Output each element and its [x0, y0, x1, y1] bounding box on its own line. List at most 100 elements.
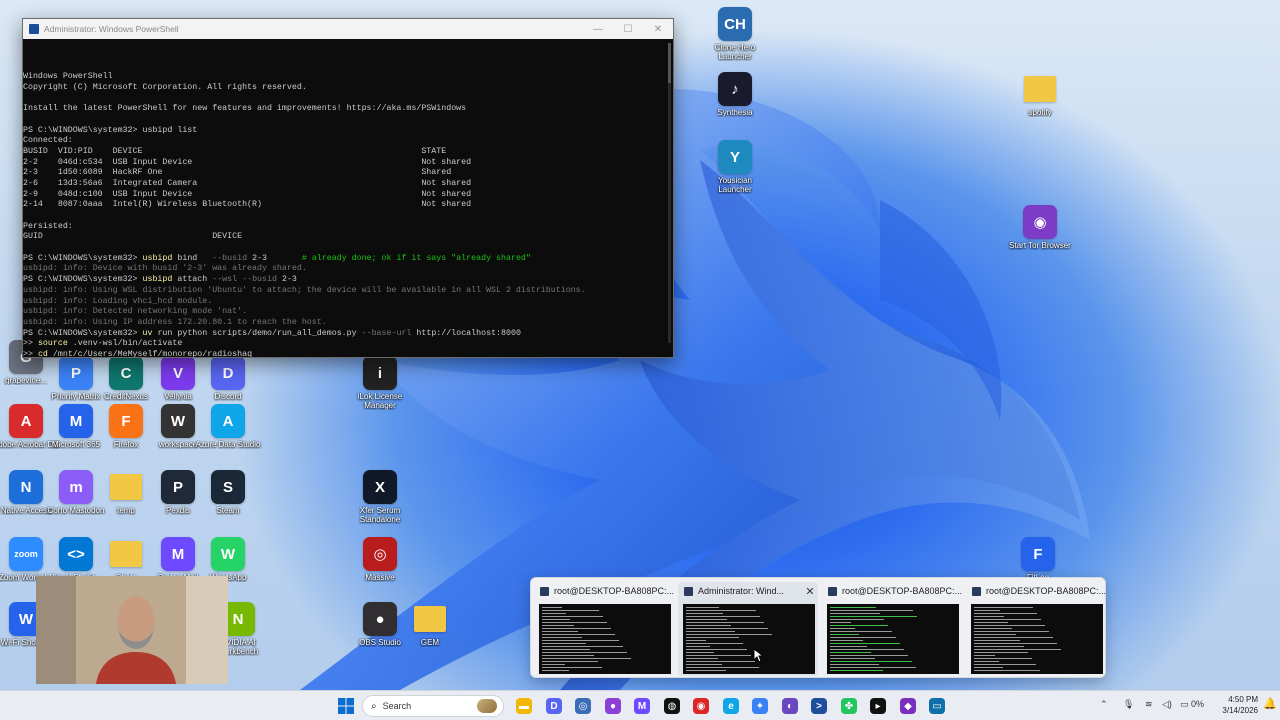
cursor-icon[interactable]: ▸: [870, 698, 886, 714]
thumbnail-header: root@DESKTOP-BA808PC:...: [822, 582, 962, 600]
scrollbar-thumb[interactable]: [668, 43, 671, 83]
github-icon[interactable]: ◐: [782, 698, 798, 714]
desktop-icon-label: Yousician Launcher: [718, 176, 752, 194]
scrollbar[interactable]: [668, 43, 671, 343]
discord-icon: D: [211, 356, 245, 390]
terminal-line: 2-14 8087:0aaa Intel(R) Wireless Bluetoo…: [23, 200, 472, 210]
whatsapp-icon: W: [211, 537, 245, 571]
terminal-line: PS C:\WINDOWS\system32> usbipd bind --bu…: [23, 253, 531, 263]
desktop-icon-spotify[interactable]: spotify: [1008, 72, 1072, 138]
azuredata-icon: A: [211, 404, 245, 438]
app-purple-icon[interactable]: ●: [605, 698, 621, 714]
clock-time: 4:50 PM: [1228, 695, 1258, 704]
thumbnail-header: Administrator: Wind... ✕: [678, 582, 818, 600]
close-icon[interactable]: ✕: [802, 585, 818, 598]
tor-icon: ◉: [1023, 205, 1057, 239]
terminal-line: PS C:\WINDOWS\system32> usbipd attach --…: [23, 275, 297, 285]
thumbnail-title: root@DESKTOP-BA808PC:...: [842, 586, 962, 596]
webcam-overlay: [36, 576, 228, 684]
terminal-line: 2-9 048d:c100 USB Input Device Not share…: [23, 189, 472, 199]
thumbnail-preview: [539, 604, 671, 674]
search-highlight-icon: [477, 699, 497, 713]
desktop-icon-label: iLok License Manager: [357, 392, 403, 410]
terminal-icon: [540, 586, 549, 596]
volume-icon[interactable]: ◁): [1162, 699, 1172, 710]
terminal-line: 2-2 046d:c534 USB Input Device Not share…: [23, 157, 472, 167]
wifi-icon[interactable]: ≋: [1145, 699, 1153, 710]
desktop-icon-label: Massive: [365, 573, 395, 582]
synthesia-icon: ♪: [718, 72, 752, 106]
taskbar-clock[interactable]: 4:50 PM 3/14/2026: [1208, 694, 1258, 716]
steam-icon: S: [211, 470, 245, 504]
terminal-line: usbipd: info: Detected networking mode '…: [23, 307, 248, 317]
desktop-icon-gem[interactable]: GEM: [398, 602, 462, 668]
powershell-window[interactable]: Administrator: Windows PowerShell — ☐ ✕ …: [22, 18, 674, 358]
notification-bell-icon[interactable]: 🔔: [1263, 697, 1277, 710]
edge-icon[interactable]: e: [723, 698, 739, 714]
tool-icon[interactable]: ✦: [752, 698, 768, 714]
pinwheel-icon[interactable]: ✤: [841, 698, 857, 714]
thumbnail-title: root@DESKTOP-BA808PC:...: [554, 586, 674, 596]
terminal-icon[interactable]: ▭: [929, 698, 945, 714]
thumbnail-window-3[interactable]: root@DESKTOP-BA808PC:...: [822, 582, 962, 676]
thumbnail-text-lines: [830, 607, 917, 671]
window-titlebar[interactable]: Administrator: Windows PowerShell — ☐ ✕: [23, 19, 673, 39]
desktop-icon-label: GEM: [420, 638, 440, 647]
start-icon[interactable]: [338, 698, 354, 714]
terminal-line: 2-6 13d3:56a6 Integrated Camera Not shar…: [23, 178, 472, 188]
desktop-icon-xfer[interactable]: X Xfer Serum Standalone: [348, 470, 412, 536]
visual-studio-icon[interactable]: ◆: [900, 698, 916, 714]
terminal-line: usbipd: info: Using WSL distribution 'Ub…: [23, 285, 586, 295]
terminal-line: GUID DEVICE: [23, 232, 243, 242]
taskbar: ⌕ Search ▬ D ◎ ● M ◍ ◉ e ✦ ◐ > ✤ ▸ ◆ ▭ ⌃ 🎙 ≋ ◁) ▭ 0% 4…: [0, 690, 1280, 720]
chatgpt-icon[interactable]: ◍: [664, 698, 680, 714]
thumbnail-text-lines: [686, 607, 772, 671]
desktop-icon-ilok[interactable]: i iLok License Manager: [348, 356, 412, 422]
desktop-icon-steam[interactable]: S Steam: [196, 470, 260, 536]
desktop-icon-tor[interactable]: ◉ Start Tor Browser: [1008, 205, 1072, 271]
chevron-up-icon[interactable]: ⌃: [1100, 699, 1108, 710]
file-explorer-icon[interactable]: ▬: [516, 698, 532, 714]
thumbnail-window-2[interactable]: Administrator: Wind... ✕: [678, 582, 818, 676]
close-icon[interactable]: ✕: [643, 24, 673, 35]
minimize-icon[interactable]: —: [583, 24, 613, 35]
battery-status[interactable]: ▭ 0%: [1180, 699, 1204, 710]
chrome-icon[interactable]: ◉: [693, 698, 709, 714]
terminal-line: >> cd /mnt/c/Users/MeMyself/monorepo/rad…: [23, 349, 253, 357]
terminal-output[interactable]: Windows PowerShell Copyright (C) Microsof…: [23, 39, 673, 357]
powershell-icon[interactable]: >: [811, 698, 827, 714]
thumbnail-text-lines: [542, 607, 631, 671]
desktop-icon-azuredata[interactable]: A Azure Data Studio: [196, 404, 260, 470]
m365-icon: M: [59, 404, 93, 438]
battery-icon: ▭: [1180, 699, 1189, 709]
vellynia-icon: V: [161, 356, 195, 390]
thumbnail-window-4[interactable]: root@DESKTOP-BA808PC:...: [966, 582, 1106, 676]
terminal-icon: [684, 586, 693, 596]
thumbnail-window-1[interactable]: root@DESKTOP-BA808PC:...: [534, 582, 674, 676]
massive-icon: ◎: [363, 537, 397, 571]
desktop-icon-synthesia[interactable]: ♪ Synthesia: [703, 72, 767, 138]
desktop-icon-label: Start Tor Browser: [1009, 241, 1071, 250]
acrobat-icon: A: [9, 404, 43, 438]
terminal-line: 2-3 1d50:6089 HackRF One Shared: [23, 168, 452, 178]
thumbnail-header: root@DESKTOP-BA808PC:...: [534, 582, 674, 600]
native-icon: N: [9, 470, 43, 504]
desktop-icon-yousician[interactable]: Y Yousician Launcher: [703, 140, 767, 206]
desktop-icon-massive[interactable]: ◎ Massive: [348, 537, 412, 603]
desktop-icon-clone-hero[interactable]: CH Clone Hero Launcher: [703, 7, 767, 73]
desktop-icon-label: Discord: [214, 392, 242, 401]
proton-mail-icon[interactable]: M: [634, 698, 650, 714]
terminal-line: Persisted:: [23, 221, 73, 231]
taskbar-search[interactable]: ⌕ Search: [362, 695, 504, 717]
clock-date: 3/14/2026: [1222, 706, 1258, 715]
terminal-line: Connected:: [23, 136, 73, 146]
microphone-icon[interactable]: 🎙: [1123, 699, 1134, 710]
battery-percent: 0%: [1191, 699, 1205, 709]
terminal-line: Install the latest PowerShell for new fe…: [23, 104, 467, 114]
discord-icon[interactable]: D: [546, 698, 562, 714]
maximize-icon[interactable]: ☐: [613, 24, 643, 35]
fitlog-icon: F: [1021, 537, 1055, 571]
browser-icon[interactable]: ◎: [575, 698, 591, 714]
